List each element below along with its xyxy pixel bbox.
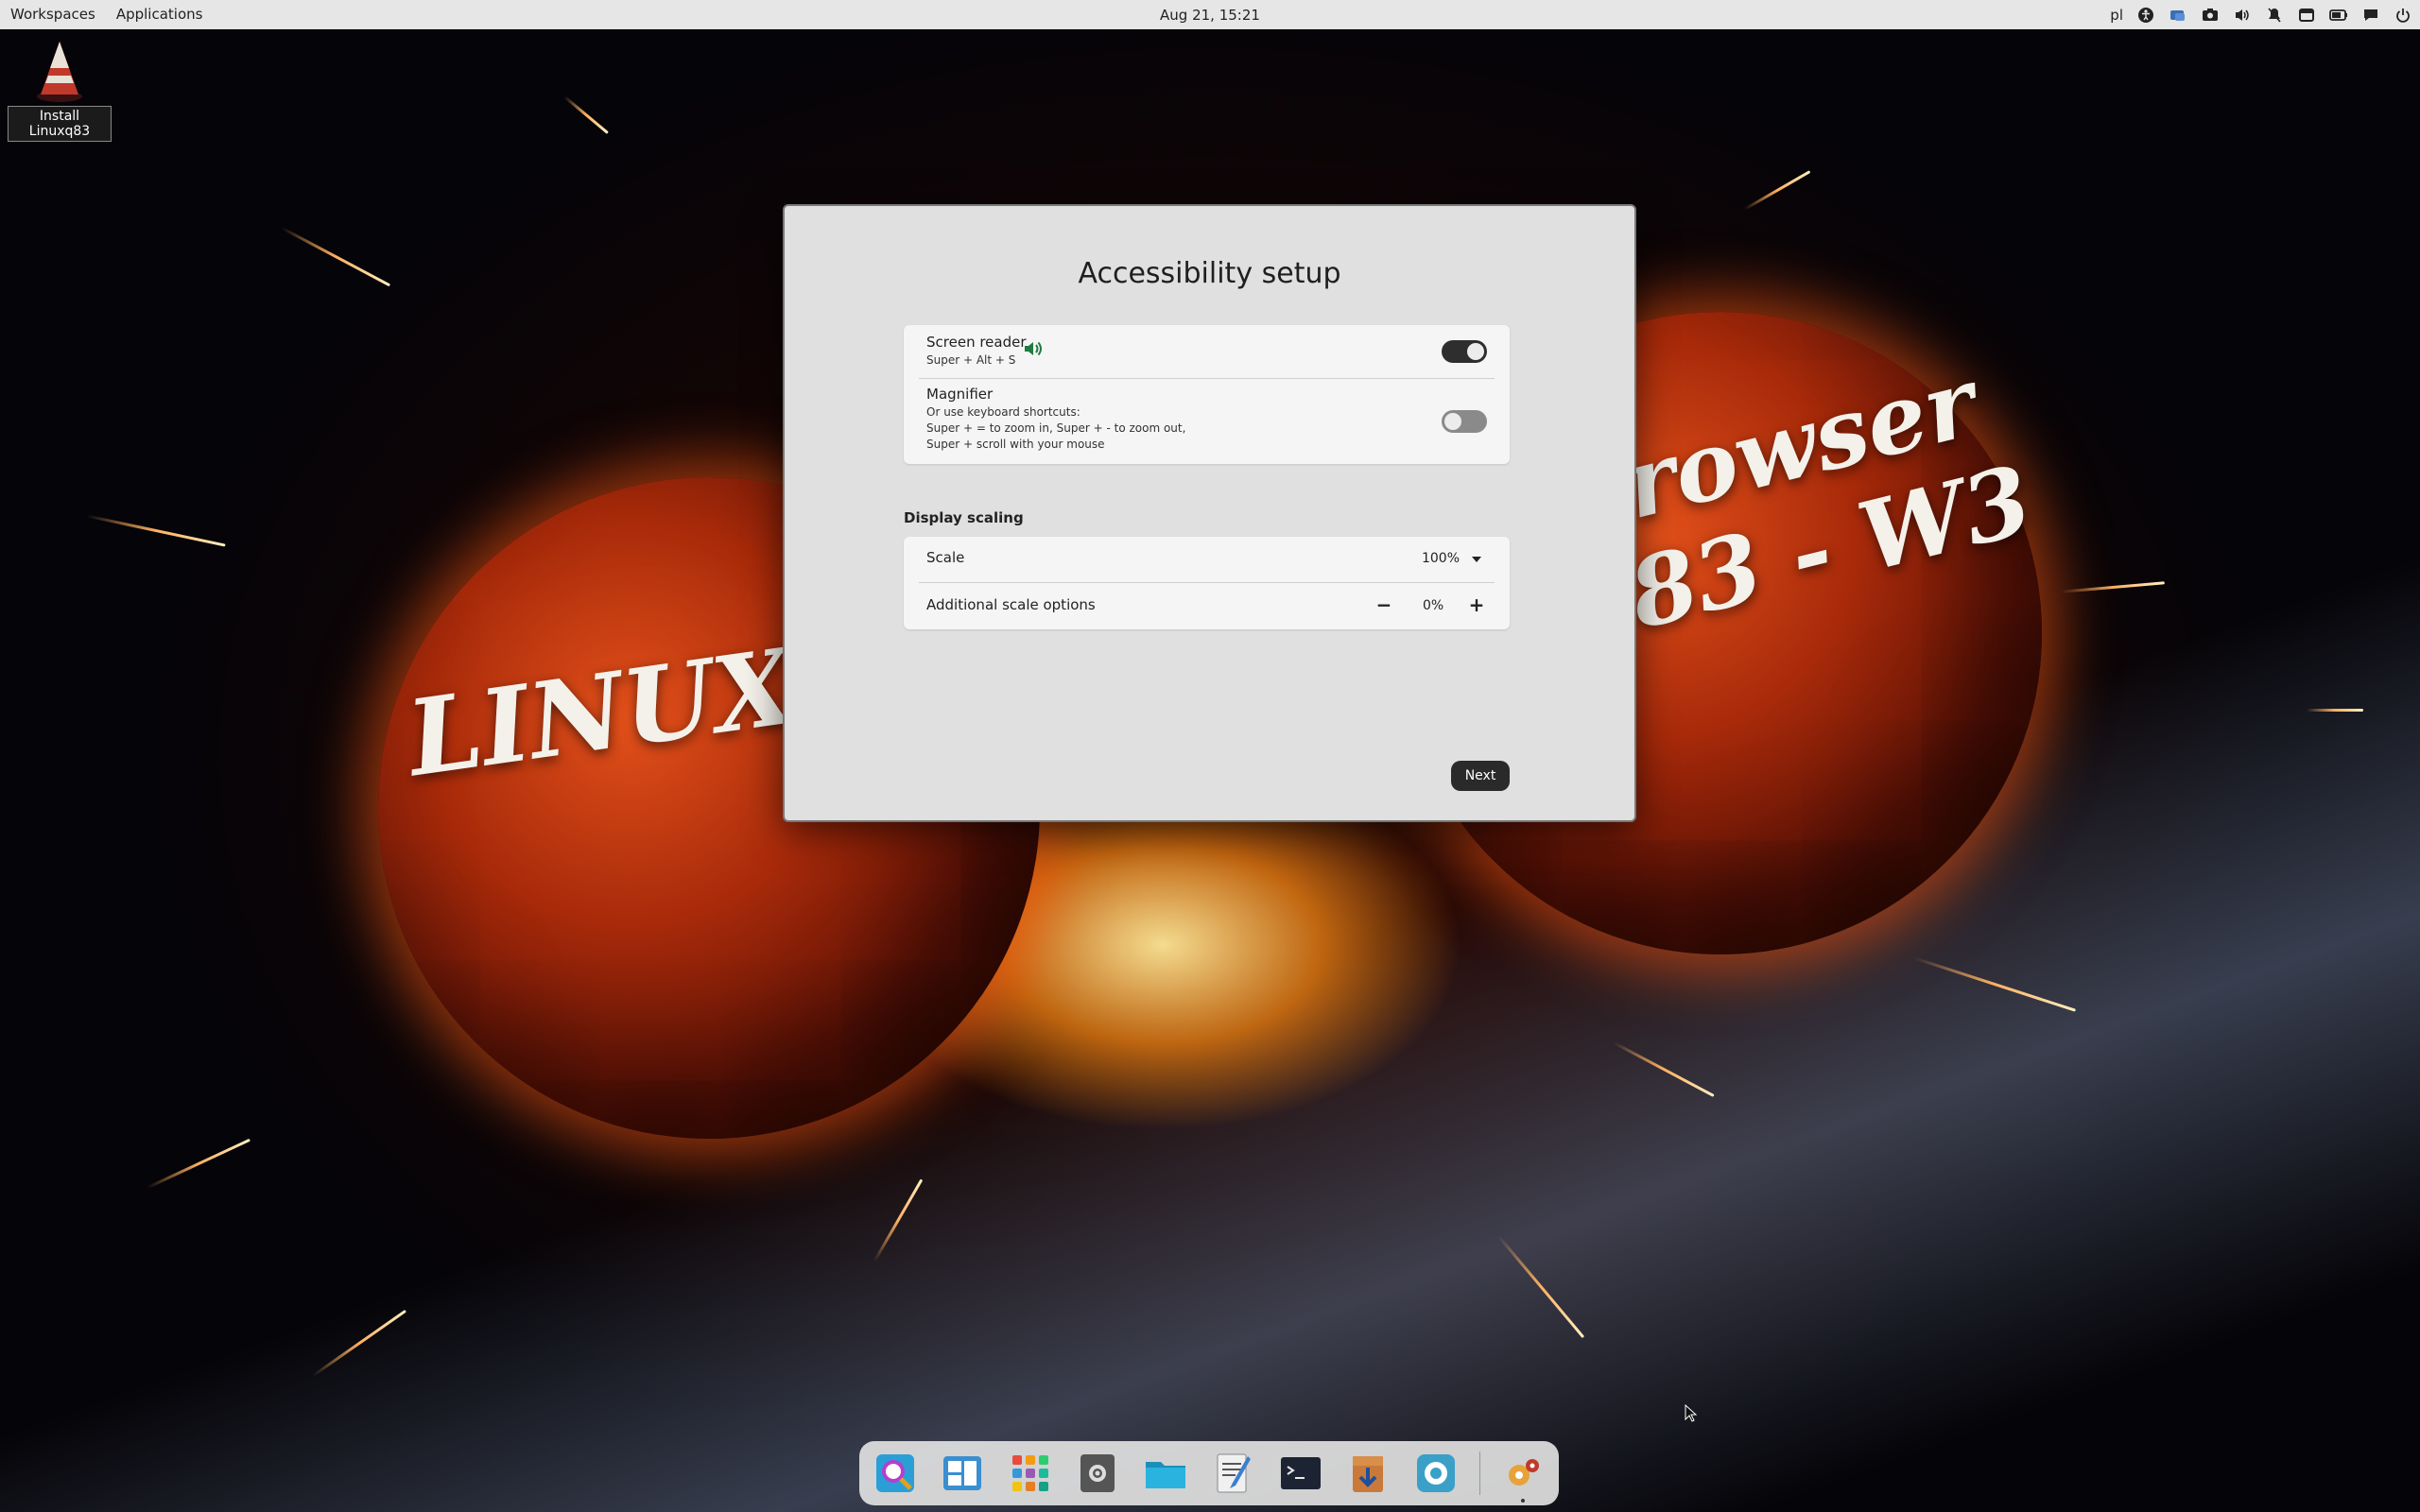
terminal-icon [1280,1457,1321,1489]
display-scaling-heading: Display scaling [904,509,1024,526]
screenshot-icon[interactable] [2201,6,2220,25]
notifications-muted-icon[interactable] [2265,6,2284,25]
dock-screen-recorder[interactable] [1411,1449,1461,1498]
accessibility-setup-dialog: Accessibility setup Screen reader Super … [783,204,1636,822]
scale-row[interactable]: Scale 100% [904,537,1510,582]
dock-installer-setup[interactable] [1498,1449,1547,1503]
additional-scale-row: Additional scale options − 0% + [904,583,1510,629]
screen-reader-title: Screen reader [926,334,1027,351]
magnifier-row[interactable]: Magnifier Or use keyboard shortcuts: Sup… [904,379,1510,464]
dock-files[interactable] [1141,1449,1190,1498]
setup-gears-icon [1509,1459,1540,1486]
dock-settings[interactable] [1074,1449,1123,1498]
screen-recorder-icon [1416,1454,1455,1492]
workspaces-menu[interactable]: Workspaces [0,0,106,29]
chat-icon[interactable] [2361,6,2380,25]
screen-reader-toggle[interactable] [1442,340,1487,363]
dock-text-editor[interactable] [1209,1449,1258,1498]
workspaces-icon [943,1456,982,1490]
volume-icon[interactable] [2233,6,2252,25]
speaker-icon [1023,339,1044,362]
search-app-icon [875,1454,914,1492]
increase-scale-button[interactable]: + [1465,594,1488,617]
dock [859,1441,1559,1505]
install-icon-label: Install Linuxq83 [8,106,112,142]
screen-reader-shortcut: Super + Alt + S [926,353,1016,367]
accessibility-icon[interactable] [2136,6,2155,25]
screen-reader-row[interactable]: Screen reader Super + Alt + S [904,325,1510,378]
display-scaling-card: Scale 100% Additional scale options − 0%… [904,537,1510,629]
dock-software-installer[interactable] [1344,1449,1393,1498]
dock-app-grid[interactable] [1006,1449,1055,1498]
scale-value[interactable]: 100% [1422,551,1460,566]
gear-icon [1080,1454,1115,1492]
top-bar: Workspaces Applications Aug 21, 15:21 pl [0,0,2420,29]
app-grid-icon [1011,1455,1048,1491]
install-desktop-icon[interactable]: Install Linuxq83 [8,38,112,142]
magnifier-title: Magnifier [926,386,994,403]
package-download-icon [1353,1456,1384,1492]
power-icon[interactable] [2394,6,2412,25]
decrease-scale-button[interactable]: − [1373,594,1395,617]
dock-search-app[interactable] [871,1449,920,1498]
network-vpn-icon[interactable] [2169,6,2187,25]
magnifier-hint-2: Super + = to zoom in, Super + - to zoom … [926,421,1186,435]
installer-cone-icon [31,38,88,104]
accessibility-card: Screen reader Super + Alt + S Magnifier … [904,325,1510,464]
magnifier-hint-1: Or use keyboard shortcuts: [926,405,1080,419]
next-button[interactable]: Next [1451,761,1510,791]
window-icon[interactable] [2297,6,2316,25]
clock[interactable]: Aug 21, 15:21 [1160,7,1260,24]
mouse-cursor [1685,1403,1698,1427]
system-tray: pl [2110,0,2412,29]
dock-workspaces-app[interactable] [939,1449,988,1498]
magnifier-toggle[interactable] [1442,410,1487,433]
scale-label: Scale [926,549,965,566]
additional-scale-value: 0% [1423,598,1444,613]
additional-scale-label: Additional scale options [926,596,1096,613]
chevron-down-icon[interactable] [1472,557,1481,562]
folder-icon [1145,1462,1185,1488]
keyboard-layout-indicator[interactable]: pl [2110,7,2123,24]
battery-icon[interactable] [2329,6,2348,25]
dock-terminal[interactable] [1276,1449,1325,1498]
dialog-title: Accessibility setup [1078,257,1341,290]
text-editor-icon [1217,1453,1252,1493]
magnifier-hint-3: Super + scroll with your mouse [926,438,1105,451]
applications-menu[interactable]: Applications [106,0,214,29]
dock-divider [1478,1452,1480,1495]
